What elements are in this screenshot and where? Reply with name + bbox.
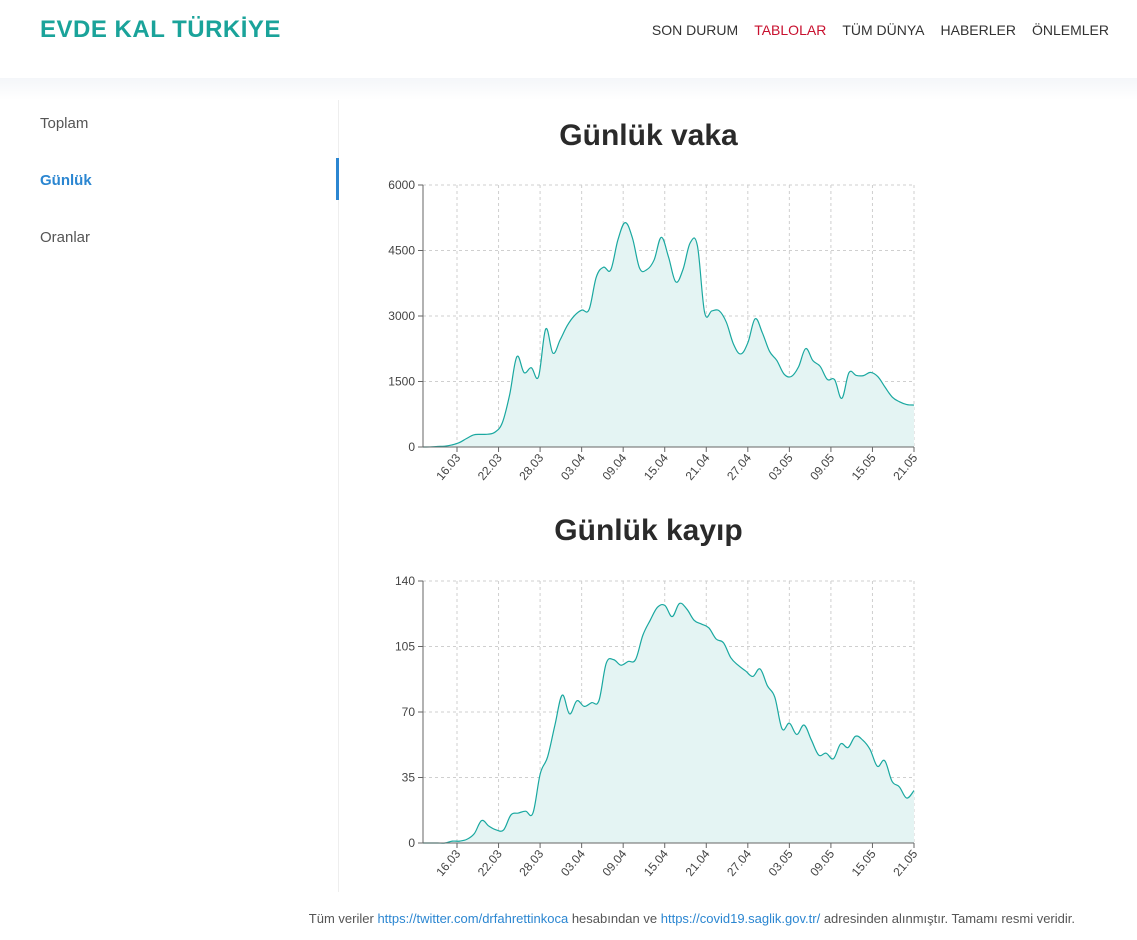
- main-nav: SON DURUM TABLOLAR TÜM DÜNYA HABERLER ÖN…: [636, 21, 1109, 39]
- sidebar-item-gunluk[interactable]: Günlük: [40, 172, 92, 189]
- y-tick-label: 140: [395, 574, 415, 588]
- x-tick-label: 22.03: [475, 847, 505, 879]
- x-tick-label: 03.04: [558, 451, 588, 483]
- chart-title-gunluk-vaka: Günlük vaka: [559, 119, 738, 152]
- x-tick-label: 28.03: [516, 451, 546, 483]
- x-tick-label: 03.05: [766, 451, 796, 483]
- y-tick-label: 35: [402, 771, 416, 785]
- sidebar: Toplam Günlük Oranlar: [0, 100, 339, 892]
- x-tick-label: 15.04: [641, 847, 671, 879]
- header-shadow: [0, 78, 1137, 100]
- x-tick-label: 09.05: [807, 451, 837, 483]
- footer-suffix: adresinden alınmıştır. Tamamı resmi veri…: [823, 911, 1075, 926]
- y-tick-label: 0: [408, 440, 415, 454]
- y-tick-label: 0: [408, 836, 415, 850]
- sidebar-item-toplam[interactable]: Toplam: [40, 115, 88, 132]
- footer-prefix: Tüm veriler: [308, 911, 374, 926]
- x-tick-label: 21.05: [890, 451, 920, 483]
- daily-cases-chart: 0 1500 3000 4500 6000 16.03 22.03 28.03 03.04 09.…: [388, 178, 920, 483]
- x-tick-label: 15.05: [849, 847, 879, 879]
- x-tick-label: 09.04: [599, 451, 629, 483]
- nav-haberler[interactable]: HABERLER: [941, 21, 1016, 39]
- x-tick-label: 15.04: [641, 451, 671, 483]
- x-tick-label: 28.03: [516, 847, 546, 879]
- y-tick-label: 3000: [388, 309, 415, 323]
- footer-source-note: Tüm veriler https://twitter.com/drfahret…: [309, 911, 1075, 926]
- x-tick-label: 09.05: [807, 847, 837, 879]
- nav-tum-dunya[interactable]: TÜM DÜNYA: [842, 21, 924, 39]
- x-tick-label: 21.04: [683, 451, 713, 483]
- x-tick-label: 27.04: [724, 451, 754, 483]
- x-tick-label: 16.03: [433, 451, 463, 483]
- x-tick-label: 21.04: [683, 847, 713, 879]
- x-tick-label: 03.05: [766, 847, 796, 879]
- x-tick-label: 22.03: [475, 451, 505, 483]
- sidebar-item-oranlar[interactable]: Oranlar: [40, 229, 90, 246]
- y-tick-label: 70: [402, 705, 416, 719]
- y-tick-label: 105: [395, 640, 415, 654]
- footer-link-saglik[interactable]: https://covid19.saglik.gov.tr/: [661, 911, 820, 926]
- daily-deaths-chart: 0 35 70 105 140 16.03 22.03 28.03 03.04 09.04 15.0…: [395, 574, 921, 879]
- y-tick-label: 1500: [388, 375, 415, 389]
- nav-son-durum[interactable]: SON DURUM: [652, 21, 738, 39]
- chart-title-gunluk-kayip: Günlük kayıp: [554, 514, 743, 547]
- x-tick-label: 21.05: [890, 847, 920, 879]
- x-tick-label: 03.04: [558, 847, 588, 879]
- x-tick-label: 15.05: [849, 451, 879, 483]
- x-tick-label: 16.03: [433, 847, 463, 879]
- brand-logo-link[interactable]: EVDE KAL TÜRKİYE: [40, 16, 281, 44]
- top-header: EVDE KAL TÜRKİYE SON DURUM TABLOLAR TÜM …: [0, 0, 1137, 78]
- footer-middle: hesabından ve: [571, 911, 658, 926]
- nav-tablolar[interactable]: TABLOLAR: [754, 21, 826, 39]
- x-tick-label: 09.04: [599, 847, 629, 879]
- nav-onlemler[interactable]: ÖNLEMLER: [1032, 21, 1109, 39]
- y-tick-label: 4500: [388, 244, 415, 258]
- sidebar-active-indicator: [336, 158, 339, 200]
- footer-link-twitter[interactable]: https://twitter.com/drfahrettinkoca: [377, 911, 568, 926]
- x-tick-label: 27.04: [724, 847, 754, 879]
- y-tick-label: 6000: [388, 178, 415, 192]
- series-area: [423, 603, 914, 844]
